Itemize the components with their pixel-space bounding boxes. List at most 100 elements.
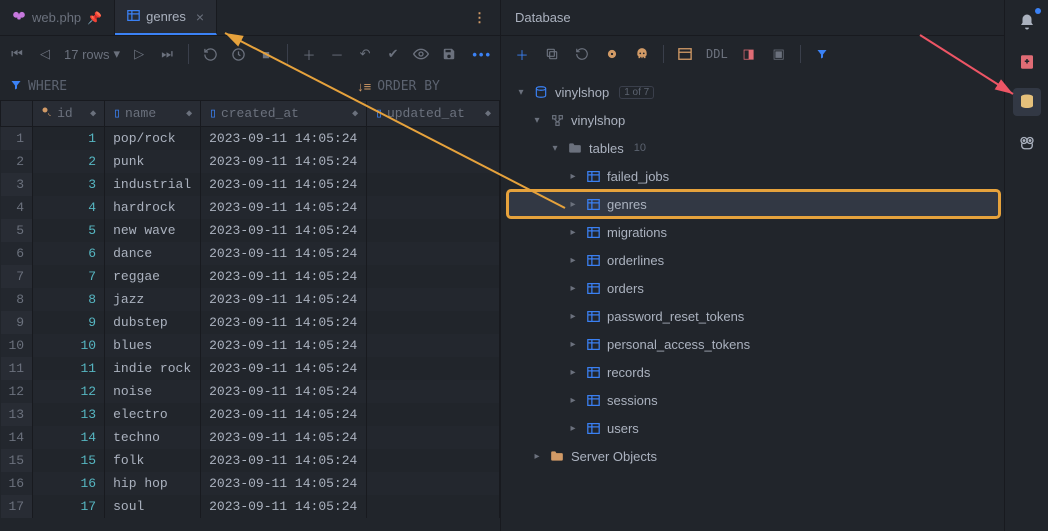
cell-id[interactable]: 3 [33,173,105,196]
cell-updated-at[interactable] [367,173,500,196]
notifications-icon[interactable] [1013,8,1041,36]
cell-created-at[interactable]: 2023-09-11 14:05:24 [201,311,367,334]
diagnostic-icon[interactable] [603,45,621,63]
cell-updated-at[interactable] [367,311,500,334]
jump-to-console-icon[interactable] [676,45,694,63]
table-row[interactable]: 1616hip hop2023-09-11 14:05:24 [1,472,500,495]
tab-web-php[interactable]: web.php 📌 [0,0,115,35]
tree-table-orderlines[interactable]: ▸orderlines [507,246,1000,274]
last-page-icon[interactable]: ⏭ [158,45,176,63]
table-row[interactable]: 22punk2023-09-11 14:05:24 [1,150,500,173]
tree-table-personal-access-tokens[interactable]: ▸personal_access_tokens [507,330,1000,358]
table-row[interactable]: 1717soul2023-09-11 14:05:24 [1,495,500,518]
tree-table-records[interactable]: ▸records [507,358,1000,386]
tabs-overflow-icon[interactable]: ⋮ [459,0,500,35]
cell-id[interactable]: 4 [33,196,105,219]
column-header-updated-at[interactable]: ▯ updated_at ◆ [367,101,500,127]
cell-id[interactable]: 15 [33,449,105,472]
rownum-header[interactable] [1,101,33,127]
cell-name[interactable]: industrial [105,173,201,196]
cell-created-at[interactable]: 2023-09-11 14:05:24 [201,150,367,173]
tree-table-genres[interactable]: ▸genres [507,190,1000,218]
chevron-right-icon[interactable]: ▸ [567,199,579,210]
cell-updated-at[interactable] [367,196,500,219]
cell-created-at[interactable]: 2023-09-11 14:05:24 [201,219,367,242]
cell-created-at[interactable]: 2023-09-11 14:05:24 [201,196,367,219]
cell-name[interactable]: electro [105,403,201,426]
db-refresh-icon[interactable] [573,45,591,63]
table-row[interactable]: 66dance2023-09-11 14:05:24 [1,242,500,265]
auto-refresh-icon[interactable] [229,45,247,63]
cell-created-at[interactable]: 2023-09-11 14:05:24 [201,426,367,449]
cell-created-at[interactable]: 2023-09-11 14:05:24 [201,127,367,150]
table-row[interactable]: 1414techno2023-09-11 14:05:24 [1,426,500,449]
data-grid[interactable]: id ◆ ▯ name ◆ [0,100,500,531]
cell-id[interactable]: 13 [33,403,105,426]
chevron-right-icon[interactable]: ▸ [567,171,579,182]
tree-schema[interactable]: ▾ vinylshop [507,106,1000,134]
preview-icon[interactable] [412,45,430,63]
cell-updated-at[interactable] [367,242,500,265]
pin-icon[interactable]: 📌 [87,11,102,25]
chevron-down-icon[interactable]: ▾ [549,143,561,154]
revert-icon[interactable]: ↶ [356,45,374,63]
orderby-clause[interactable]: ↓≡ ORDER BY [357,79,440,94]
cell-name[interactable]: reggae [105,265,201,288]
cell-id[interactable]: 1 [33,127,105,150]
cell-id[interactable]: 2 [33,150,105,173]
cell-updated-at[interactable] [367,265,500,288]
chevron-right-icon[interactable]: ▸ [567,423,579,434]
table-row[interactable]: 1313electro2023-09-11 14:05:24 [1,403,500,426]
cell-name[interactable]: hip hop [105,472,201,495]
chevron-right-icon[interactable]: ▸ [567,255,579,266]
cell-name[interactable]: new wave [105,219,201,242]
table-row[interactable]: 44hardrock2023-09-11 14:05:24 [1,196,500,219]
cell-name[interactable]: indie rock [105,357,201,380]
column-header-created-at[interactable]: ▯ created_at ◆ [201,101,367,127]
cell-updated-at[interactable] [367,403,500,426]
tree-table-orders[interactable]: ▸orders [507,274,1000,302]
cell-updated-at[interactable] [367,495,500,518]
cell-created-at[interactable]: 2023-09-11 14:05:24 [201,403,367,426]
add-row-icon[interactable]: ＋ [300,45,318,63]
copy-icon[interactable] [543,45,561,63]
submit-icon[interactable]: ✔ [384,45,402,63]
tree-table-failed-jobs[interactable]: ▸failed_jobs [507,162,1000,190]
table-row[interactable]: 55new wave2023-09-11 14:05:24 [1,219,500,242]
table-row[interactable]: 33industrial2023-09-11 14:05:24 [1,173,500,196]
cell-created-at[interactable]: 2023-09-11 14:05:24 [201,173,367,196]
chevron-right-icon[interactable]: ▸ [567,311,579,322]
chevron-right-icon[interactable]: ▸ [567,395,579,406]
cell-updated-at[interactable] [367,127,500,150]
cell-name[interactable]: hardrock [105,196,201,219]
cell-name[interactable]: dance [105,242,201,265]
cell-created-at[interactable]: 2023-09-11 14:05:24 [201,380,367,403]
cell-updated-at[interactable] [367,219,500,242]
cell-name[interactable]: blues [105,334,201,357]
ddl-button[interactable]: DDL [706,47,728,61]
row-count[interactable]: 17 rows ▾ [64,46,120,62]
query-console-icon[interactable]: ▣ [770,45,788,63]
tree-table-migrations[interactable]: ▸migrations [507,218,1000,246]
table-row[interactable]: 77reggae2023-09-11 14:05:24 [1,265,500,288]
close-icon[interactable]: × [196,9,204,25]
table-row[interactable]: 1212noise2023-09-11 14:05:24 [1,380,500,403]
next-page-icon[interactable]: ▷ [130,45,148,63]
database-tree[interactable]: ▾ vinylshop 1 of 7 ▾ vinylshop ▾ tabl [501,72,1004,531]
cell-updated-at[interactable] [367,426,500,449]
cell-name[interactable]: techno [105,426,201,449]
cell-id[interactable]: 11 [33,357,105,380]
cell-id[interactable]: 17 [33,495,105,518]
tree-datasource[interactable]: ▾ vinylshop 1 of 7 [507,78,1000,106]
cell-id[interactable]: 8 [33,288,105,311]
cell-id[interactable]: 6 [33,242,105,265]
cell-created-at[interactable]: 2023-09-11 14:05:24 [201,357,367,380]
cell-created-at[interactable]: 2023-09-11 14:05:24 [201,495,367,518]
cell-id[interactable]: 10 [33,334,105,357]
cell-name[interactable]: pop/rock [105,127,201,150]
cell-name[interactable]: noise [105,380,201,403]
toolbar-more-icon[interactable]: ••• [472,47,492,62]
table-row[interactable]: 99dubstep2023-09-11 14:05:24 [1,311,500,334]
cell-id[interactable]: 7 [33,265,105,288]
cell-name[interactable]: folk [105,449,201,472]
